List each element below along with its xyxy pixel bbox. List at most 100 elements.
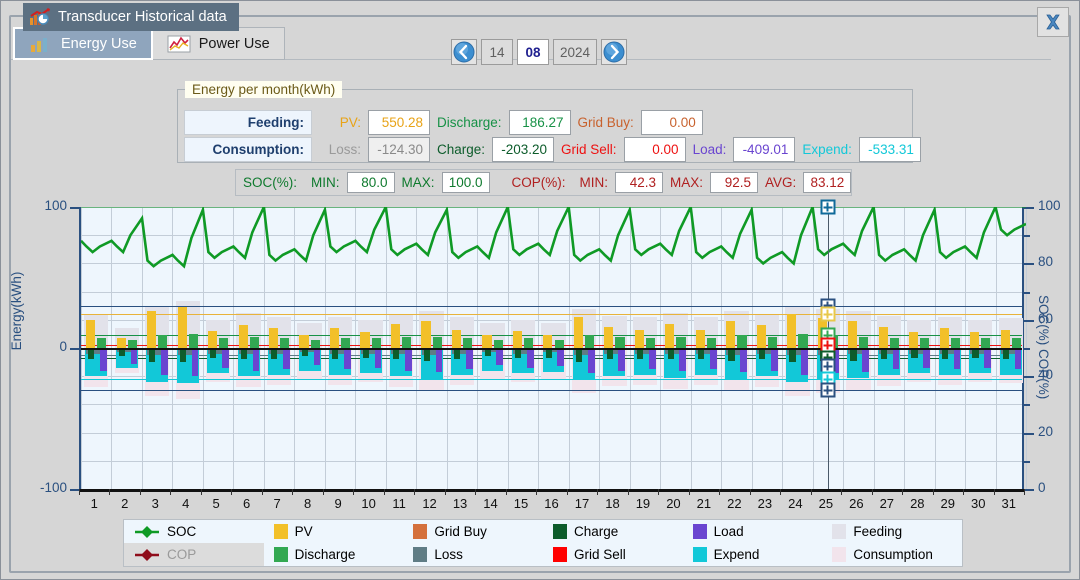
x-tick-label: 22 — [727, 496, 742, 511]
cop-max-label: MAX: — [670, 175, 704, 190]
x-tick-label: 8 — [304, 496, 312, 511]
energy-chart: Energy(kWh) SOC(%) COP(%) 100 0 -100 0 20 40 6… — [9, 198, 1061, 511]
x-tickmark — [200, 489, 202, 495]
pv-handle[interactable] — [820, 306, 836, 322]
bar-chart-icon — [29, 34, 53, 54]
legend-item-soc[interactable]: SOC — [124, 520, 264, 543]
tab-power-use-label: Power Use — [198, 35, 270, 52]
transducer-chart-icon — [29, 7, 51, 27]
chart-legend: SOC COP PV Discharge Grid Buy Loss Charge Grid … — [123, 519, 963, 567]
x-tick-label: 17 — [574, 496, 590, 511]
legend-item-discharge[interactable]: Discharge — [264, 543, 404, 566]
x-tickmark — [414, 489, 416, 495]
grid-sell-label: Grid Sell: — [561, 142, 617, 157]
legend-swatch — [273, 547, 288, 562]
x-tickmark — [475, 489, 477, 495]
legend-item-grid-buy[interactable]: Grid Buy — [403, 520, 543, 543]
year-field[interactable]: 2024 — [553, 39, 598, 65]
legend-label: Discharge — [294, 547, 356, 562]
soc-cop-statbar: SOC(%): MIN: 80.0 MAX: 100.0 COP(%): MIN… — [235, 169, 853, 196]
legend-item-pv[interactable]: PV — [264, 520, 404, 543]
legend-item-consumption[interactable]: Consumption — [822, 543, 962, 566]
x-tick-label: 12 — [422, 496, 437, 511]
cop-max-value: 92.5 — [710, 172, 759, 193]
x-tick-label: 25 — [818, 496, 834, 511]
x-tickmark — [139, 489, 141, 495]
x-tickmark — [170, 489, 172, 495]
y-tick-right: 20 — [1038, 423, 1054, 439]
pv-value: 550.28 — [368, 110, 430, 135]
cop-avg-value: 83.12 — [803, 172, 852, 193]
legend-item-feeding[interactable]: Feeding — [822, 520, 962, 543]
x-tickmark — [780, 489, 782, 495]
x-tickmark — [566, 489, 568, 495]
legend-item-grid-sell[interactable]: Grid Sell — [543, 543, 683, 566]
expend-label: Expend: — [802, 142, 852, 157]
legend-label: COP — [167, 547, 197, 562]
y-tick-right: 80 — [1038, 254, 1054, 270]
x-tickmark — [505, 489, 507, 495]
legend-diamond-icon — [134, 548, 160, 562]
pv-label: PV: — [339, 115, 361, 130]
x-tick-label: 4 — [182, 496, 190, 511]
prev-period-button[interactable] — [451, 39, 477, 65]
tab-power-use[interactable]: Power Use — [152, 27, 285, 60]
cop-min-value: 42.3 — [615, 172, 664, 193]
legend-swatch — [692, 524, 707, 539]
x-tick-label: 18 — [605, 496, 620, 511]
x-tickmark — [292, 489, 294, 495]
x-tick-label: 9 — [334, 496, 342, 511]
y-tick-right: 40 — [1038, 367, 1054, 383]
legend-label: Load — [713, 524, 744, 539]
x-tickmark — [383, 489, 385, 495]
next-period-button[interactable] — [601, 39, 628, 65]
legend-item-charge[interactable]: Charge — [543, 520, 683, 543]
legend-label: Grid Sell — [574, 547, 626, 562]
x-tickmark — [841, 489, 843, 495]
x-tick-label: 19 — [635, 496, 651, 511]
soc-handle[interactable] — [820, 199, 836, 215]
legend-item-expend[interactable]: Expend — [683, 543, 823, 566]
x-tickmark — [902, 489, 904, 495]
legend-swatch — [273, 524, 288, 539]
legend-swatch — [692, 547, 707, 562]
x-tickmark — [627, 489, 629, 495]
close-icon — [1046, 14, 1060, 30]
consumption-handle[interactable] — [820, 382, 836, 398]
x-tickmark — [688, 489, 690, 495]
x-tickmark — [109, 489, 111, 495]
legend-item-cop[interactable]: COP — [124, 543, 264, 566]
chevron-right-icon — [603, 41, 625, 63]
x-tickmark — [322, 489, 324, 495]
y-tick-left: 100 — [44, 198, 67, 213]
plot-region[interactable] — [79, 199, 1027, 490]
y-tickmark-left — [70, 207, 79, 209]
close-button[interactable] — [1037, 7, 1069, 37]
grid-buy-value: 0.00 — [640, 110, 703, 135]
expend-value: -533.31 — [858, 137, 921, 162]
legend-item-load[interactable]: Load — [683, 520, 823, 543]
soc-line-series — [81, 207, 1026, 269]
window-title: Transducer Historical data — [58, 9, 227, 25]
x-tick-label: 28 — [910, 496, 925, 511]
x-tick-label: 29 — [940, 496, 956, 511]
tab-energy-use[interactable]: Energy Use — [13, 27, 153, 60]
month-field[interactable]: 08 — [517, 39, 549, 65]
x-tick-label: 3 — [151, 496, 159, 511]
x-tickmark — [963, 489, 965, 495]
soc-max-value: 100.0 — [441, 172, 490, 193]
feeding-row: Feeding: PV: 550.28 Discharge: 186.27 Gr… — [184, 110, 703, 135]
x-tick-label: 10 — [361, 496, 376, 511]
day-field[interactable]: 14 — [481, 39, 513, 65]
legend-item-loss[interactable]: Loss — [403, 543, 543, 566]
x-tickmark — [993, 489, 995, 495]
x-tick-label: 6 — [243, 496, 251, 511]
legend-label: Feeding — [853, 524, 903, 539]
legend-swatch — [832, 524, 847, 539]
charge-label: Charge: — [437, 142, 486, 157]
x-tick-label: 30 — [971, 496, 986, 511]
legend-swatch — [553, 524, 567, 539]
soc-min-value: 80.0 — [346, 172, 395, 193]
window-titlebar: Transducer Historical data — [23, 3, 239, 31]
x-tickmark — [597, 489, 599, 495]
